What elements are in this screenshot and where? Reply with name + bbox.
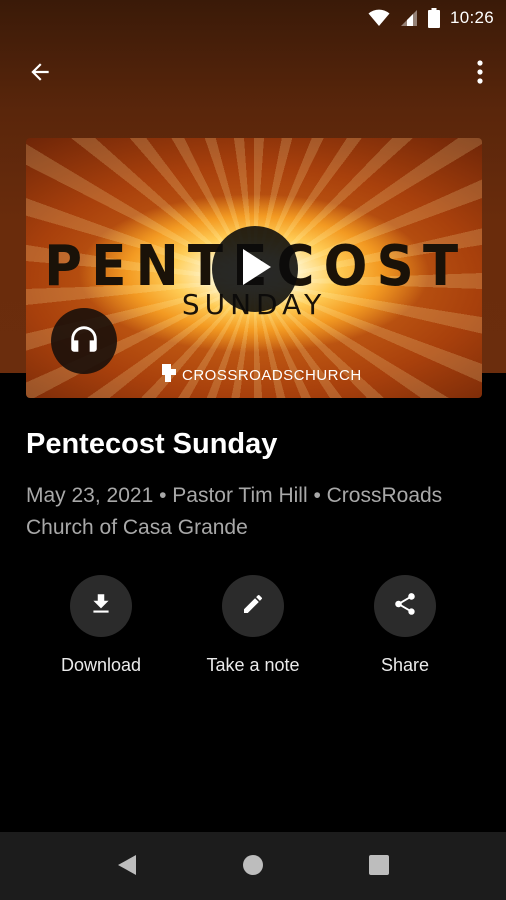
take-note-action[interactable]: Take a note xyxy=(183,575,323,676)
nav-recents-button[interactable] xyxy=(364,852,394,882)
take-note-label: Take a note xyxy=(206,655,300,675)
system-nav-bar xyxy=(0,832,506,900)
headphones-icon xyxy=(67,322,101,361)
play-icon xyxy=(237,247,273,292)
church-logo: CROSSROADSCHURCH xyxy=(160,362,362,388)
church-logo-text: CROSSROADSCHURCH xyxy=(182,366,362,384)
download-button[interactable] xyxy=(70,575,132,637)
status-time: 10:26 xyxy=(449,8,494,27)
share-action[interactable]: Share xyxy=(335,575,475,676)
audio-mode-button[interactable] xyxy=(51,308,117,374)
pencil-icon xyxy=(241,592,265,621)
sermon-title: Pentecost Sunday xyxy=(26,428,278,460)
share-button[interactable] xyxy=(374,575,436,637)
sermon-meta: May 23, 2021 • Pastor Tim Hill • CrossRo… xyxy=(26,484,443,539)
share-label: Share xyxy=(380,655,430,675)
download-label: Download xyxy=(60,655,142,675)
more-options-button[interactable] xyxy=(468,58,492,90)
battery-icon xyxy=(427,8,440,28)
download-action[interactable]: Download xyxy=(31,575,171,676)
wifi-icon xyxy=(368,9,390,27)
share-icon xyxy=(392,591,418,622)
take-note-button[interactable] xyxy=(222,575,284,637)
arrow-back-icon xyxy=(27,59,53,90)
play-button[interactable] xyxy=(212,226,298,312)
nav-back-button[interactable] xyxy=(112,852,142,882)
nav-home-button[interactable] xyxy=(238,852,268,882)
more-vert-icon xyxy=(476,59,484,90)
triangle-back-icon xyxy=(116,853,138,882)
download-icon xyxy=(88,591,114,622)
square-recents-icon xyxy=(368,854,390,881)
back-button[interactable] xyxy=(20,58,60,90)
status-bar: 10:26 xyxy=(0,0,506,36)
action-buttons: Download Take a note Share xyxy=(0,575,506,685)
app-bar xyxy=(0,48,506,100)
cross-logo-icon xyxy=(160,362,178,388)
circle-home-icon xyxy=(241,853,265,882)
sermon-artwork: PENTECOST SUNDAY CROSSROADSCHURCH xyxy=(26,138,482,398)
signal-icon xyxy=(400,9,418,27)
